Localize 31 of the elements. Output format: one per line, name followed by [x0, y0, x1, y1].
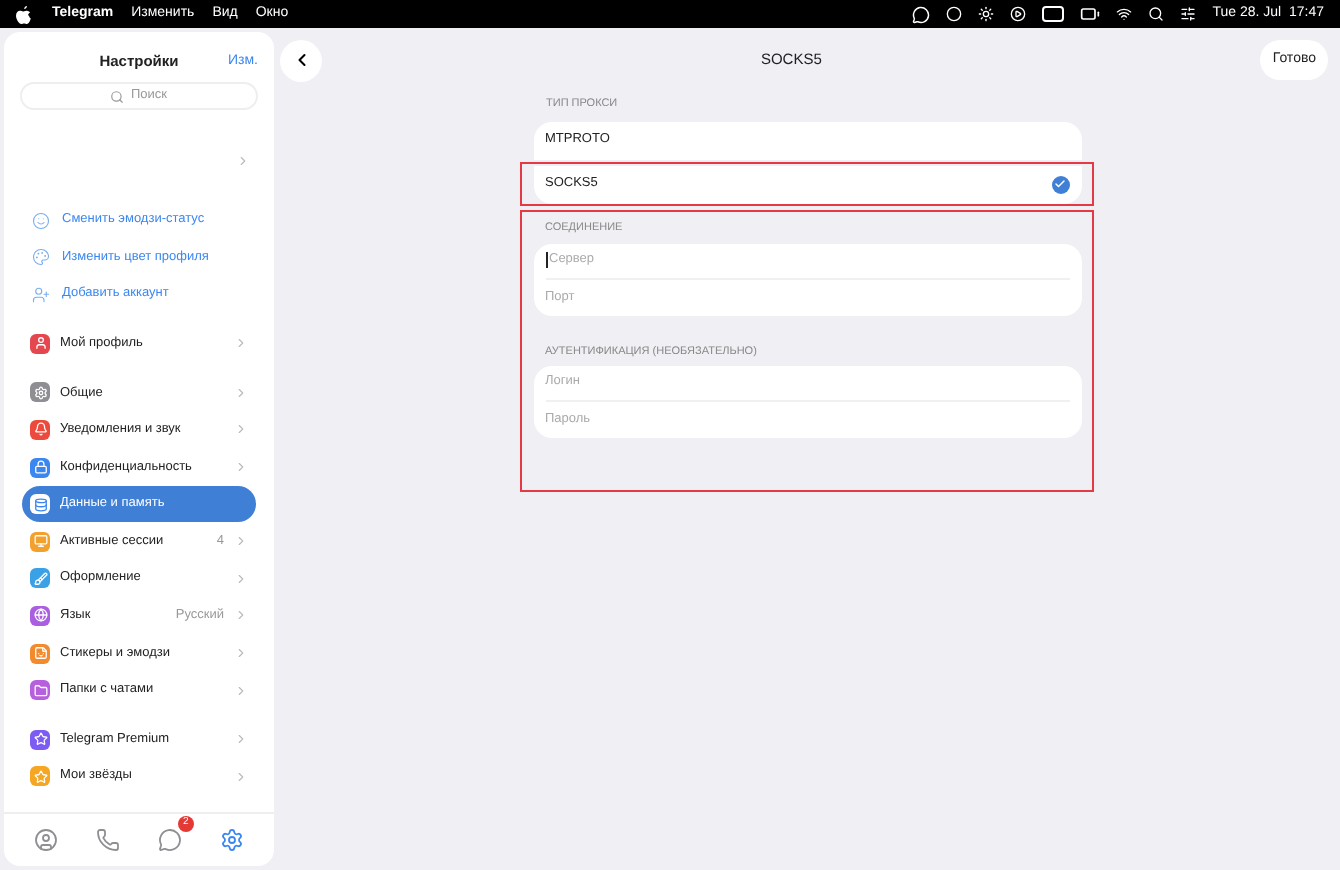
chevron-icon [234, 608, 248, 623]
settings-tab[interactable] [217, 826, 246, 854]
back-button[interactable] [280, 39, 322, 81]
chevron-icon [236, 153, 250, 167]
chevron-icon [234, 732, 248, 747]
chevron-icon [234, 683, 248, 698]
play-status-icon[interactable] [1010, 6, 1027, 22]
search-icon [110, 89, 125, 103]
chevron-icon [234, 769, 248, 784]
circle-status-icon[interactable] [946, 6, 963, 22]
control-center-icon[interactable] [1180, 6, 1197, 22]
chat-status-icon[interactable] [912, 5, 931, 23]
emoji-icon [32, 211, 50, 230]
chats-tab[interactable] [155, 826, 184, 854]
battery-icon[interactable] [1080, 4, 1101, 24]
calls-tab[interactable] [94, 826, 123, 854]
chevron-icon [234, 422, 248, 437]
chevron-icon [234, 460, 248, 475]
search-icon[interactable] [1148, 6, 1165, 22]
wifi-icon[interactable] [1116, 6, 1133, 22]
chevron-icon [234, 336, 248, 351]
chevron-icon [234, 571, 248, 586]
sun-status-icon[interactable] [978, 6, 995, 22]
chevron-icon [234, 534, 248, 549]
data-icon [30, 494, 50, 515]
add-icon [32, 285, 50, 304]
chevron-icon [234, 646, 248, 661]
chevron-icon [234, 385, 248, 400]
apple-icon[interactable] [16, 5, 32, 23]
palette-icon [32, 248, 50, 267]
profile-tab[interactable] [32, 826, 61, 854]
